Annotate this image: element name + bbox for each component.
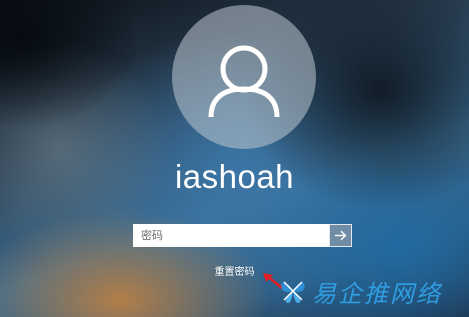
watermark: 易企推网络	[278, 271, 442, 311]
user-silhouette-icon	[208, 45, 280, 118]
butterfly-logo-icon	[281, 281, 305, 303]
submit-button[interactable]	[329, 224, 352, 247]
watermark-text: 易企推网络	[312, 279, 442, 308]
username-label: iashoah	[174, 158, 295, 195]
arrow-right-icon	[335, 230, 347, 241]
lock-screen: iashoah 重置密码 易企推网络	[0, 0, 469, 317]
user-avatar	[172, 5, 316, 149]
password-box	[133, 224, 352, 247]
password-input[interactable]	[133, 224, 329, 247]
